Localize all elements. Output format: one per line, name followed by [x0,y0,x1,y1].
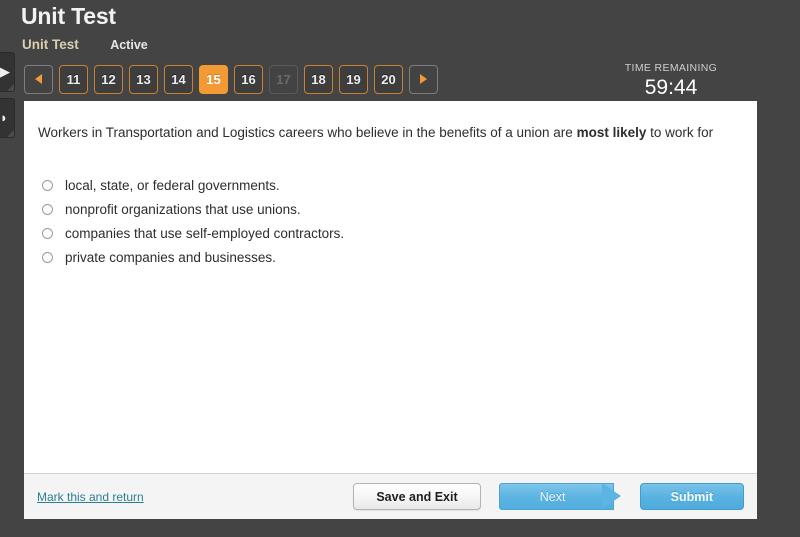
bookmark-icon: ◗ [0,110,8,125]
page-title: Unit Test [21,3,116,29]
pager-page-13[interactable]: 13 [129,64,158,94]
panel-footer: Mark this and return Save and Exit Next … [24,473,757,519]
answer-choice[interactable]: local, state, or federal governments. [38,173,739,197]
triangle-left-icon [35,74,42,84]
resize-corner-icon [7,84,14,91]
question-text: Workers in Transportation and Logistics … [38,123,739,142]
answer-choice-label: local, state, or federal governments. [65,177,280,193]
breadcrumb-link-unit-test[interactable]: Unit Test [22,37,79,52]
pager-page-12[interactable]: 12 [94,64,123,94]
answer-choices: local, state, or federal governments. non… [38,173,739,269]
pager-next-button[interactable] [409,64,438,94]
edge-tab-expand[interactable]: ▶ [0,52,15,92]
question-text-before: Workers in Transportation and Logistics … [38,125,577,140]
question-text-emphasis: most likely [576,125,647,140]
pager-page-11[interactable]: 11 [59,64,88,94]
pager-page-16[interactable]: 16 [234,64,263,94]
answer-choice-label: nonprofit organizations that use unions. [65,201,301,217]
radio-button-icon[interactable] [42,203,53,215]
question-panel: Workers in Transportation and Logistics … [24,101,757,519]
pager-page-15[interactable]: 15 [199,64,228,94]
status-badge: Active [110,38,148,52]
question-text-after: to work for [646,125,714,140]
resize-corner-icon [7,130,14,137]
edge-tab-bookmark[interactable]: ◗ [0,98,15,138]
pager-page-20[interactable]: 20 [374,64,403,94]
radio-button-icon[interactable] [42,179,53,191]
chevron-right-icon: ▶ [0,64,10,79]
pager-prev-button[interactable] [24,64,53,94]
radio-button-icon[interactable] [42,251,53,263]
time-remaining: TIME REMAINING 59:44 [596,62,746,100]
submit-button[interactable]: Submit [639,483,744,510]
next-button[interactable]: Next [498,482,622,510]
pager-page-14[interactable]: 14 [164,64,193,94]
question-pager: 11 12 13 14 15 16 17 18 19 20 [24,63,438,95]
pager-page-19[interactable]: 19 [339,64,368,94]
breadcrumb: Unit Test Active [22,36,148,54]
triangle-right-icon [420,74,427,84]
unit-test-app: Unit Test Unit Test Active TIME REMAININ… [0,0,800,537]
action-buttons: Save and Exit Next Submit [353,482,744,510]
answer-choice-label: private companies and businesses. [65,249,276,265]
save-and-exit-button[interactable]: Save and Exit [353,483,481,510]
time-remaining-value: 59:44 [644,76,698,99]
mark-this-and-return-link[interactable]: Mark this and return [37,490,144,504]
answer-choice-label: companies that use self-employed contrac… [65,225,345,241]
answer-choice[interactable]: companies that use self-employed contrac… [38,221,739,245]
pager-page-17: 17 [269,64,298,94]
radio-button-icon[interactable] [42,227,53,239]
answer-choice[interactable]: nonprofit organizations that use unions. [38,197,739,221]
app-header: Unit Test Unit Test Active [0,0,800,58]
next-button-label: Next [539,489,566,504]
pager-page-18[interactable]: 18 [304,64,333,94]
answer-choice[interactable]: private companies and businesses. [38,245,739,269]
time-remaining-label: TIME REMAINING [624,62,718,74]
